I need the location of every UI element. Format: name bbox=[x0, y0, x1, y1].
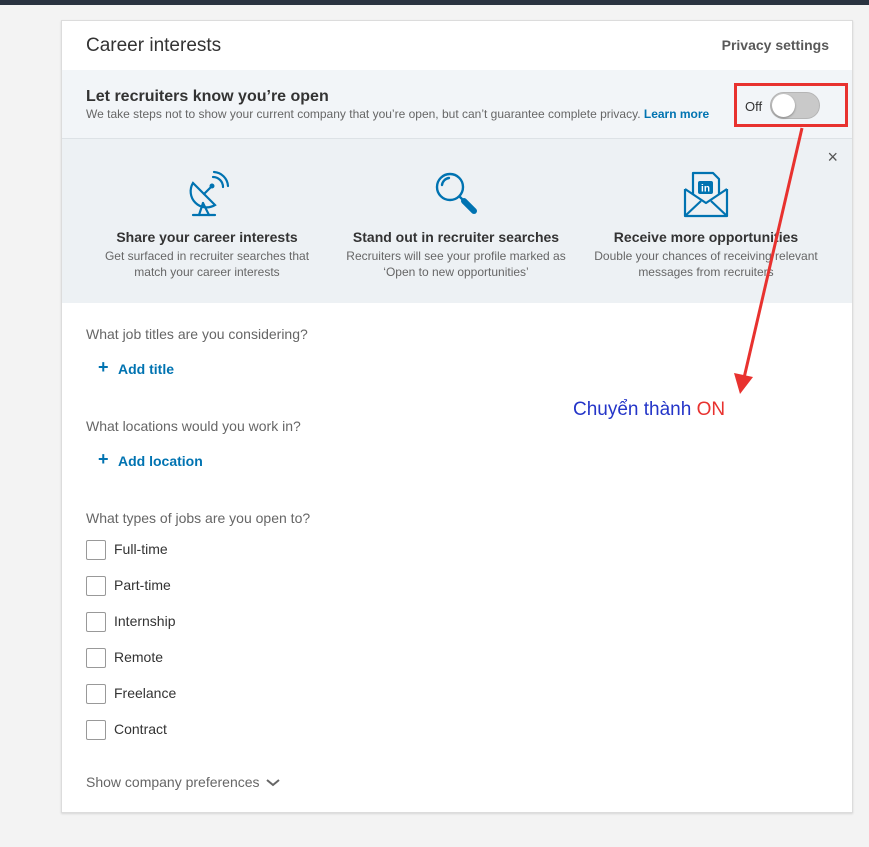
chevron-down-icon bbox=[266, 779, 281, 787]
career-interests-card: Career interests Privacy settings Let re… bbox=[61, 20, 853, 813]
benefits-promo: × Share your career interests Get surfac… bbox=[62, 139, 852, 303]
learn-more-link[interactable]: Learn more bbox=[644, 107, 709, 121]
checkbox-label: Internship bbox=[114, 613, 176, 629]
job-types-question: What types of jobs are you open to? bbox=[86, 510, 311, 526]
benefit-title: Share your career interests bbox=[116, 229, 298, 245]
benefit-share-interests: Share your career interests Get surfaced… bbox=[92, 169, 322, 280]
svg-text:in: in bbox=[701, 184, 710, 195]
open-to-recruiters-toggle[interactable] bbox=[770, 92, 820, 119]
checkbox[interactable] bbox=[86, 648, 106, 668]
checkbox-label: Remote bbox=[114, 649, 164, 665]
show-company-preferences-link[interactable]: Show company preferences bbox=[86, 774, 281, 790]
checkbox-label: Freelance bbox=[114, 685, 177, 701]
benefit-stand-out: Stand out in recruiter searches Recruite… bbox=[341, 169, 571, 280]
card-header: Career interests Privacy settings bbox=[62, 21, 852, 71]
checkbox-label: Full-time bbox=[114, 541, 168, 557]
privacy-settings-link[interactable]: Privacy settings bbox=[722, 37, 829, 53]
open-to-recruiters-description: We take steps not to show your current c… bbox=[86, 107, 709, 121]
locations-question: What locations would you work in? bbox=[86, 418, 301, 434]
checkbox[interactable] bbox=[86, 576, 106, 596]
checkbox[interactable] bbox=[86, 720, 106, 740]
benefit-desc-line: match your career interests bbox=[134, 265, 280, 279]
top-nav-bar bbox=[0, 0, 869, 5]
checkbox-label: Part-time bbox=[114, 577, 171, 593]
add-title-label: Add title bbox=[118, 361, 174, 377]
checkbox[interactable] bbox=[86, 684, 106, 704]
linkedin-envelope-icon: in bbox=[683, 171, 729, 218]
benefit-more-opportunities: in Receive more opportunities Double you… bbox=[591, 169, 821, 280]
description-text: We take steps not to show your current c… bbox=[86, 107, 641, 121]
plus-icon: + bbox=[98, 357, 109, 377]
benefit-description: Double your chances of receiving relevan… bbox=[591, 248, 821, 280]
add-title-button[interactable]: + Add title bbox=[98, 357, 174, 377]
benefit-description: Recruiters will see your profile marked … bbox=[341, 248, 571, 280]
show-company-label: Show company preferences bbox=[86, 774, 260, 790]
toggle-knob[interactable] bbox=[772, 94, 795, 117]
toggle-state-label: Off bbox=[745, 99, 763, 114]
add-location-label: Add location bbox=[118, 453, 203, 469]
add-location-button[interactable]: + Add location bbox=[98, 449, 203, 469]
benefit-desc-line: Recruiters will see your profile marked … bbox=[346, 249, 566, 263]
benefit-desc-line: Double your chances of receiving relevan… bbox=[594, 249, 818, 263]
benefit-title: Receive more opportunities bbox=[613, 229, 799, 245]
annotation-text: Chuyển thành ON bbox=[573, 399, 725, 421]
annotation-text-blue: Chuyển thành bbox=[573, 399, 692, 420]
benefit-description: Get surfaced in recruiter searches that … bbox=[92, 248, 322, 280]
benefit-desc-line: messages from recruiters bbox=[638, 265, 774, 279]
magnifier-icon bbox=[435, 172, 477, 214]
checkbox-label: Contract bbox=[114, 721, 167, 737]
annotation-text-red: ON bbox=[696, 399, 726, 420]
open-to-recruiters-title: Let recruiters know you’re open bbox=[86, 88, 329, 105]
benefit-desc-line: Get surfaced in recruiter searches that bbox=[104, 249, 310, 263]
job-titles-question: What job titles are you considering? bbox=[86, 326, 308, 342]
plus-icon: + bbox=[98, 449, 109, 469]
checkbox[interactable] bbox=[86, 540, 106, 560]
benefit-desc-line: ‘Open to new opportunities’ bbox=[383, 265, 529, 279]
checkbox[interactable] bbox=[86, 612, 106, 632]
satellite-dish-icon bbox=[189, 170, 230, 217]
annotation-highlight-box: Off bbox=[734, 83, 848, 127]
close-icon[interactable]: × bbox=[827, 147, 838, 168]
benefit-title: Stand out in recruiter searches bbox=[352, 229, 560, 245]
card-title: Career interests bbox=[86, 35, 222, 56]
